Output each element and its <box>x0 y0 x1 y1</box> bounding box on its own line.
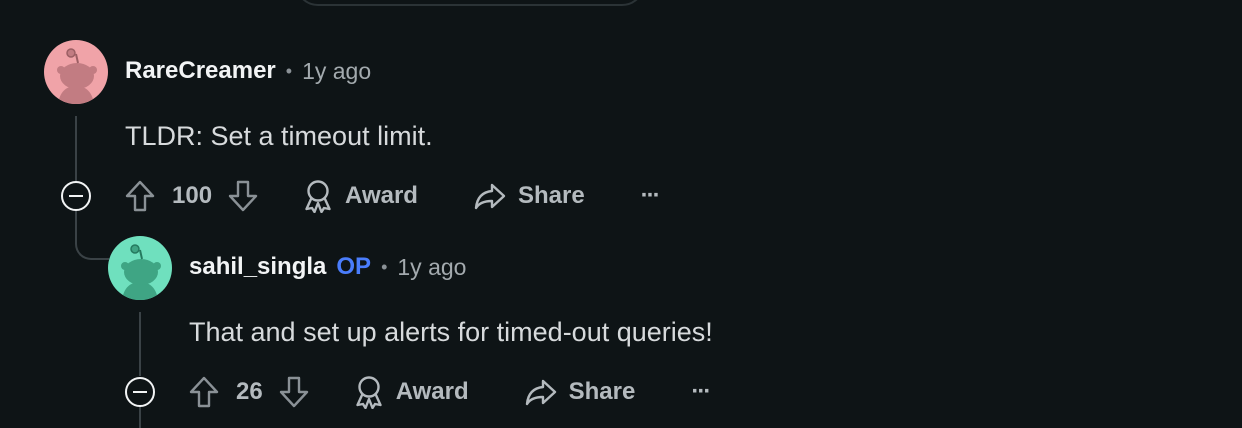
upvote-icon[interactable] <box>124 179 156 213</box>
collapse-icon[interactable] <box>61 181 91 211</box>
avatar[interactable] <box>108 236 172 300</box>
vote-count: 26 <box>236 378 263 405</box>
award-button[interactable]: Award <box>354 375 469 409</box>
timestamp[interactable]: 1y ago <box>302 58 371 85</box>
comment-header: RareCreamer • 1y ago <box>125 57 371 85</box>
award-label: Award <box>345 182 418 209</box>
share-button[interactable]: Share <box>525 377 636 407</box>
comment-actions: 26 Award Share ··· <box>188 372 711 412</box>
op-badge: OP <box>336 253 372 280</box>
share-icon <box>474 181 506 211</box>
share-label: Share <box>517 182 585 209</box>
comment-header: sahil_singla OP • 1y ago <box>189 253 466 281</box>
more-icon[interactable]: ··· <box>691 378 711 406</box>
username[interactable]: sahil_singla <box>189 253 326 281</box>
share-button[interactable]: Share <box>474 181 585 211</box>
snoo-avatar-icon <box>108 236 172 300</box>
comment-body: TLDR: Set a timeout limit. <box>125 121 433 151</box>
downvote-icon[interactable] <box>278 375 310 409</box>
avatar[interactable] <box>44 40 108 104</box>
upvote-icon[interactable] <box>188 375 220 409</box>
snoo-avatar-icon <box>44 40 108 104</box>
award-label: Award <box>395 378 469 405</box>
vote-count: 100 <box>172 182 213 209</box>
comment-actions: 100 Award Share ··· <box>124 176 661 216</box>
award-icon <box>354 375 384 409</box>
thread-elbow <box>75 210 109 260</box>
top-pill-outline <box>295 0 645 6</box>
collapse-icon[interactable] <box>125 377 155 407</box>
share-label: Share <box>568 378 636 405</box>
share-icon <box>525 377 557 407</box>
more-icon[interactable]: ··· <box>641 182 661 210</box>
meta-separator: • <box>285 60 293 81</box>
username[interactable]: RareCreamer <box>125 57 276 85</box>
award-button[interactable]: Award <box>303 179 418 213</box>
meta-separator: • <box>381 256 388 277</box>
thread-line <box>75 116 77 181</box>
award-icon <box>303 179 333 213</box>
comment-body: That and set up alerts for timed-out que… <box>189 317 713 347</box>
thread-line <box>139 312 141 376</box>
downvote-icon[interactable] <box>227 179 259 213</box>
thread-line <box>139 406 141 428</box>
timestamp[interactable]: 1y ago <box>397 254 466 281</box>
